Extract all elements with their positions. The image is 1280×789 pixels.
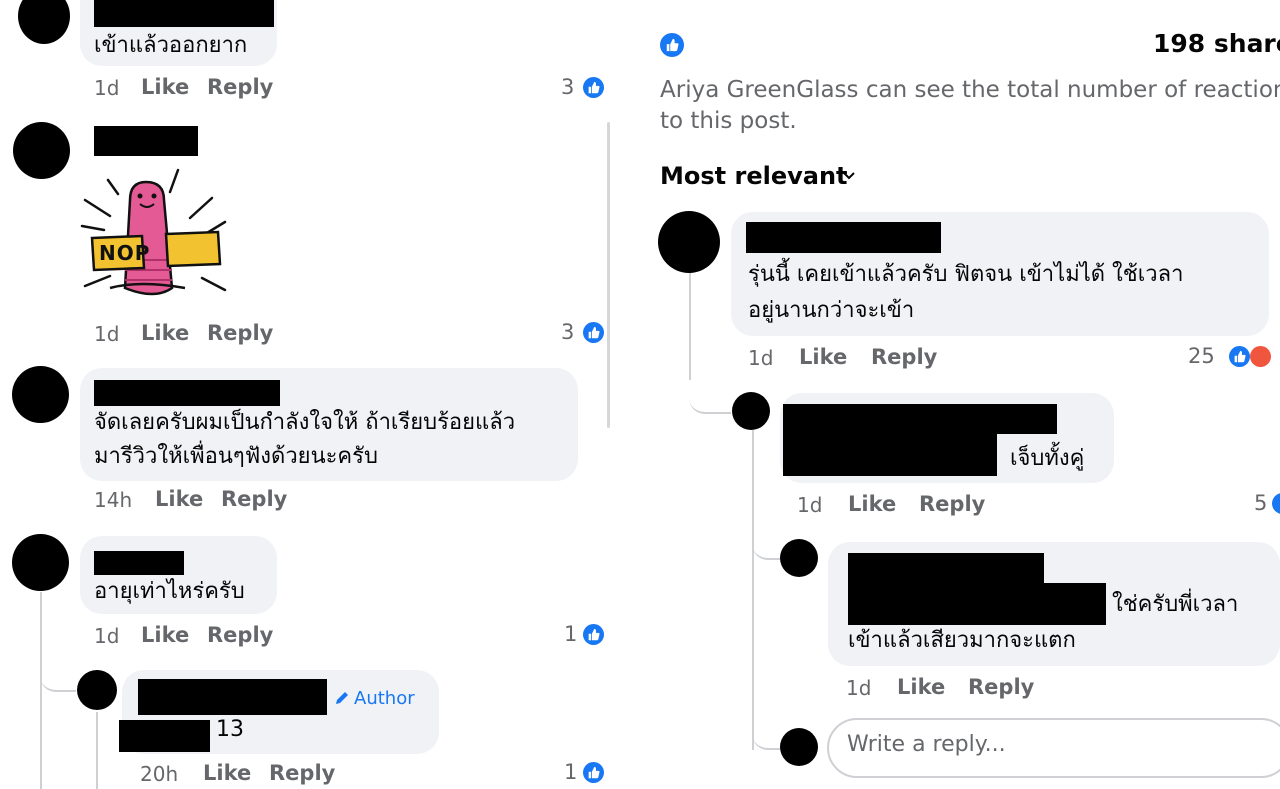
reply-input-placeholder: Write a reply... bbox=[847, 732, 1006, 757]
scrollbar[interactable] bbox=[607, 122, 610, 428]
thread-curve bbox=[752, 720, 780, 750]
like-button[interactable]: Like bbox=[897, 675, 945, 699]
comment-time[interactable]: 1d bbox=[94, 322, 119, 346]
avatar[interactable] bbox=[658, 211, 720, 273]
reaction-count[interactable]: 1 bbox=[564, 622, 577, 646]
comment-text: อยู่นานกว่าจะเข้า bbox=[748, 298, 915, 323]
reply-button[interactable]: Reply bbox=[269, 761, 335, 785]
reply-button[interactable]: Reply bbox=[871, 345, 937, 369]
comment-text: จัดเลยครับผมเป็นกำลังใจให้ ถ้าเรียบร้อยแ… bbox=[94, 410, 516, 435]
redacted-name bbox=[94, 380, 280, 406]
reply-button[interactable]: Reply bbox=[207, 75, 273, 99]
thumbs-up-icon bbox=[1229, 346, 1250, 367]
redacted-name bbox=[746, 222, 941, 253]
avatar[interactable] bbox=[780, 728, 818, 766]
reaction-count[interactable]: 25 bbox=[1188, 344, 1215, 368]
angry-reaction-icon bbox=[1250, 346, 1271, 367]
right-comment-panel: 198 share Ariya GreenGlass can see the t… bbox=[646, 0, 1280, 789]
redacted-name bbox=[783, 404, 1057, 434]
avatar[interactable] bbox=[12, 534, 69, 591]
left-comment-panel: เข้าแล้วออกยาก 1d Like Reply 3 NOPE 1d L… bbox=[0, 0, 628, 789]
sort-dropdown[interactable]: Most relevant bbox=[660, 162, 848, 190]
share-count[interactable]: 198 share bbox=[1153, 29, 1280, 58]
comment-time[interactable]: 1d bbox=[846, 676, 871, 700]
reaction-count[interactable]: 3 bbox=[561, 75, 574, 99]
like-button[interactable]: Like bbox=[203, 761, 251, 785]
redacted-name bbox=[138, 679, 327, 715]
avatar[interactable] bbox=[13, 122, 70, 179]
comment-text: เข้าแล้วเสียวมากจะแตก bbox=[848, 628, 1076, 653]
redacted-name bbox=[119, 720, 210, 752]
reply-button[interactable]: Reply bbox=[221, 487, 287, 511]
thread-line bbox=[40, 592, 42, 789]
reply-button[interactable]: Reply bbox=[207, 321, 273, 345]
like-button[interactable]: Like bbox=[141, 321, 189, 345]
nope-sticker[interactable] bbox=[80, 160, 230, 310]
thread-curve bbox=[689, 370, 731, 414]
thread-curve bbox=[752, 530, 780, 560]
comment-text: อายุเท่าไหร่ครับ bbox=[94, 579, 245, 604]
comment-time[interactable]: 1d bbox=[748, 346, 773, 370]
reply-button[interactable]: Reply bbox=[968, 675, 1034, 699]
pencil-icon bbox=[336, 692, 348, 704]
redacted-text bbox=[783, 434, 997, 476]
reaction-count[interactable]: 5 bbox=[1254, 491, 1267, 515]
author-badge: Author bbox=[354, 688, 415, 709]
thumbs-up-icon bbox=[583, 322, 604, 343]
reply-input[interactable]: Write a reply... bbox=[827, 718, 1280, 778]
comment-text: เข้าแล้วออกยาก bbox=[94, 33, 248, 58]
comment-time[interactable]: 1d bbox=[94, 76, 119, 100]
thread-line bbox=[96, 712, 98, 789]
redacted-name bbox=[848, 553, 1044, 583]
reply-button[interactable]: Reply bbox=[919, 492, 985, 516]
comment-text: 13 bbox=[216, 717, 244, 742]
comment-text: มารีวิวให้เพื่อนๆฟังด้วยนะครับ bbox=[94, 444, 378, 469]
like-button[interactable]: Like bbox=[155, 487, 203, 511]
thumbs-up-icon bbox=[583, 624, 604, 645]
comment-time[interactable]: 1d bbox=[94, 624, 119, 648]
comment-time[interactable]: 14h bbox=[94, 488, 132, 512]
reaction-visibility-note: to this post. bbox=[660, 108, 797, 134]
thumbs-up-icon bbox=[583, 762, 604, 783]
reaction-count[interactable]: 3 bbox=[561, 320, 574, 344]
comment-text: ใช่ครับพี่เวลา bbox=[1112, 592, 1239, 617]
like-button[interactable]: Like bbox=[848, 492, 896, 516]
avatar[interactable] bbox=[12, 366, 69, 423]
redacted-name bbox=[94, 0, 274, 27]
comment-time[interactable]: 20h bbox=[140, 762, 178, 786]
thumbs-up-icon bbox=[583, 77, 604, 98]
reaction-count[interactable]: 1 bbox=[564, 760, 577, 784]
thread-line bbox=[752, 430, 754, 750]
pane-divider bbox=[628, 0, 646, 789]
reply-button[interactable]: Reply bbox=[207, 623, 273, 647]
redacted-name bbox=[94, 551, 184, 575]
avatar[interactable] bbox=[18, 0, 70, 44]
comment-text: รุ่นนี้ เคยเข้าแล้วครับ ฟิตจน เข้าไม่ได้… bbox=[748, 262, 1184, 287]
redacted-text bbox=[848, 583, 1106, 625]
like-button[interactable]: Like bbox=[141, 623, 189, 647]
thread-curve bbox=[40, 640, 76, 692]
thread-line bbox=[689, 272, 691, 380]
thumbs-up-icon bbox=[1272, 493, 1280, 514]
like-button[interactable]: Like bbox=[799, 345, 847, 369]
sticker-text-left: NOPE bbox=[99, 241, 151, 265]
avatar[interactable] bbox=[732, 392, 770, 430]
redacted-name bbox=[94, 126, 198, 156]
reaction-visibility-note: Ariya GreenGlass can see the total numbe… bbox=[660, 77, 1280, 103]
like-button[interactable]: Like bbox=[141, 75, 189, 99]
thumbs-up-icon[interactable] bbox=[660, 33, 684, 57]
avatar[interactable] bbox=[77, 670, 117, 710]
comment-text: เจ็บทั้งคู่ bbox=[1010, 446, 1085, 471]
avatar[interactable] bbox=[780, 539, 818, 577]
comment-time[interactable]: 1d bbox=[797, 493, 822, 517]
chevron-down-icon[interactable] bbox=[842, 171, 856, 181]
